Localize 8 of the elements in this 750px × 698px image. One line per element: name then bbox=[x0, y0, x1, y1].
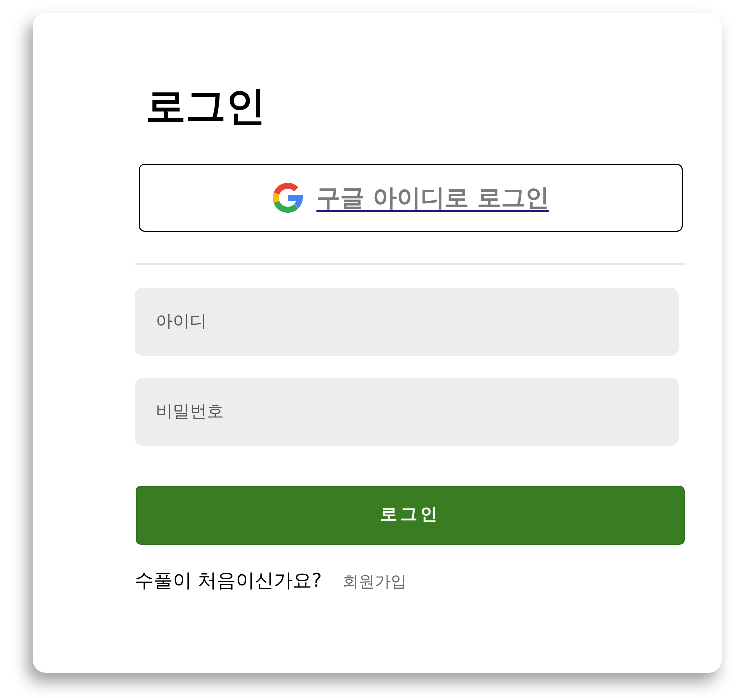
google-login-button[interactable]: 구글 아이디로 로그인 bbox=[139, 164, 683, 232]
input-field[interactable]: 아이디 bbox=[135, 288, 679, 356]
google-g-icon bbox=[272, 183, 303, 213]
signup-prompt-text: 수풀이 처음이신가요? bbox=[135, 569, 322, 594]
signup-link[interactable]: 회원가입 bbox=[343, 570, 408, 594]
page-title: 로그인 bbox=[146, 83, 267, 131]
login-button[interactable]: 로그인 bbox=[136, 486, 685, 545]
input-field[interactable]: 비밀번호 bbox=[135, 378, 679, 446]
